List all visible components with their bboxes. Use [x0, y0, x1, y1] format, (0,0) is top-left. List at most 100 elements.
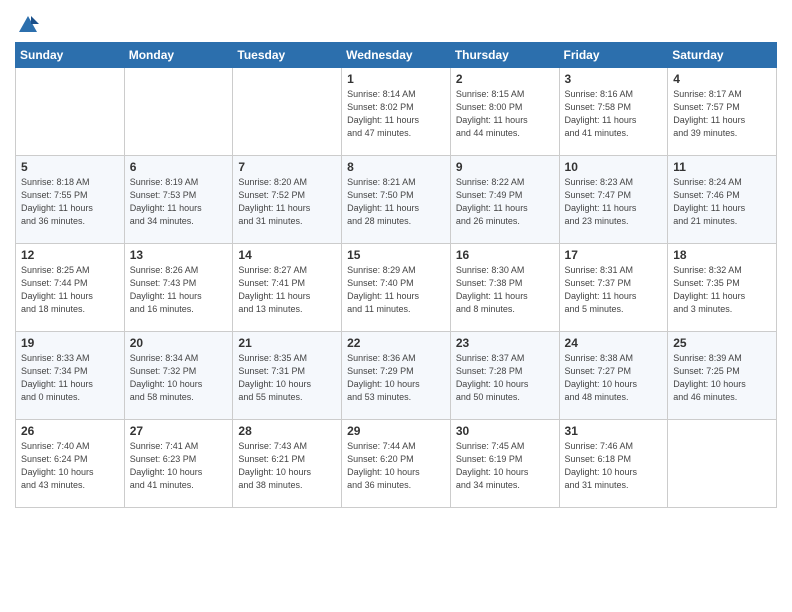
- calendar-cell: 16Sunrise: 8:30 AM Sunset: 7:38 PM Dayli…: [450, 244, 559, 332]
- calendar-cell: 31 Sunrise: 7:46 AM Sunset: 6:18 PM Dayli…: [559, 420, 668, 508]
- day-number: 29: [347, 424, 445, 438]
- day-number: 26: [21, 424, 119, 438]
- calendar-week-row: 1Sunrise: 8:14 AM Sunset: 8:02 PM Daylig…: [16, 68, 777, 156]
- day-number: 10: [565, 160, 663, 174]
- day-number: 27: [130, 424, 228, 438]
- calendar-cell: 19 Sunrise: 8:33 AM Sunset: 7:34 PM Dayli…: [16, 332, 125, 420]
- calendar-cell: 22Sunrise: 8:36 AM Sunset: 7:29 PM Dayli…: [342, 332, 451, 420]
- header-saturday: Saturday: [668, 43, 777, 68]
- day-info: Sunrise: 8:36 AM Sunset: 7:29 PM Dayligh…: [347, 352, 445, 404]
- calendar-cell: 18 Sunrise: 8:32 AM Sunset: 7:35 PM Dayli…: [668, 244, 777, 332]
- calendar-cell: 26 Sunrise: 7:40 AM Sunset: 6:24 PM Dayli…: [16, 420, 125, 508]
- calendar-cell: [124, 68, 233, 156]
- header-thursday: Thursday: [450, 43, 559, 68]
- calendar-cell: 15 Sunrise: 8:29 AM Sunset: 7:40 PM Dayli…: [342, 244, 451, 332]
- day-number: 20: [130, 336, 228, 350]
- day-number: 6: [130, 160, 228, 174]
- day-number: 19: [21, 336, 119, 350]
- day-number: 4: [673, 72, 771, 86]
- day-number: 28: [238, 424, 336, 438]
- calendar-cell: 14Sunrise: 8:27 AM Sunset: 7:41 PM Dayli…: [233, 244, 342, 332]
- calendar-cell: [668, 420, 777, 508]
- calendar-week-row: 12 Sunrise: 8:25 AM Sunset: 7:44 PM Dayli…: [16, 244, 777, 332]
- day-number: 15: [347, 248, 445, 262]
- calendar-cell: 4 Sunrise: 8:17 AM Sunset: 7:57 PM Daylig…: [668, 68, 777, 156]
- day-info: Sunrise: 7:40 AM Sunset: 6:24 PM Dayligh…: [21, 440, 119, 492]
- calendar-cell: 7Sunrise: 8:20 AM Sunset: 7:52 PM Daylig…: [233, 156, 342, 244]
- day-number: 25: [673, 336, 771, 350]
- day-number: 17: [565, 248, 663, 262]
- day-info: Sunrise: 8:16 AM Sunset: 7:58 PM Dayligh…: [565, 88, 663, 140]
- day-number: 18: [673, 248, 771, 262]
- day-info: Sunrise: 7:45 AM Sunset: 6:19 PM Dayligh…: [456, 440, 554, 492]
- calendar-cell: 24 Sunrise: 8:38 AM Sunset: 7:27 PM Dayli…: [559, 332, 668, 420]
- calendar-week-row: 19 Sunrise: 8:33 AM Sunset: 7:34 PM Dayli…: [16, 332, 777, 420]
- calendar-cell: 3Sunrise: 8:16 AM Sunset: 7:58 PM Daylig…: [559, 68, 668, 156]
- calendar-week-row: 5Sunrise: 8:18 AM Sunset: 7:55 PM Daylig…: [16, 156, 777, 244]
- day-number: 11: [673, 160, 771, 174]
- day-info: Sunrise: 8:33 AM Sunset: 7:34 PM Dayligh…: [21, 352, 119, 404]
- calendar-cell: 12 Sunrise: 8:25 AM Sunset: 7:44 PM Dayli…: [16, 244, 125, 332]
- calendar-cell: 5Sunrise: 8:18 AM Sunset: 7:55 PM Daylig…: [16, 156, 125, 244]
- day-info: Sunrise: 8:21 AM Sunset: 7:50 PM Dayligh…: [347, 176, 445, 228]
- calendar-cell: 28 Sunrise: 7:43 AM Sunset: 6:21 PM Dayli…: [233, 420, 342, 508]
- calendar-week-row: 26 Sunrise: 7:40 AM Sunset: 6:24 PM Dayli…: [16, 420, 777, 508]
- day-info: Sunrise: 8:26 AM Sunset: 7:43 PM Dayligh…: [130, 264, 228, 316]
- calendar-cell: 30 Sunrise: 7:45 AM Sunset: 6:19 PM Dayli…: [450, 420, 559, 508]
- day-number: 2: [456, 72, 554, 86]
- day-info: Sunrise: 8:19 AM Sunset: 7:53 PM Dayligh…: [130, 176, 228, 228]
- calendar-cell: 21 Sunrise: 8:35 AM Sunset: 7:31 PM Dayli…: [233, 332, 342, 420]
- header-friday: Friday: [559, 43, 668, 68]
- calendar-cell: 20 Sunrise: 8:34 AM Sunset: 7:32 PM Dayli…: [124, 332, 233, 420]
- day-number: 9: [456, 160, 554, 174]
- day-info: Sunrise: 8:18 AM Sunset: 7:55 PM Dayligh…: [21, 176, 119, 228]
- day-number: 14: [238, 248, 336, 262]
- day-info: Sunrise: 7:43 AM Sunset: 6:21 PM Dayligh…: [238, 440, 336, 492]
- day-number: 16: [456, 248, 554, 262]
- calendar-cell: 2 Sunrise: 8:15 AM Sunset: 8:00 PM Daylig…: [450, 68, 559, 156]
- calendar-cell: 9 Sunrise: 8:22 AM Sunset: 7:49 PM Daylig…: [450, 156, 559, 244]
- day-number: 24: [565, 336, 663, 350]
- calendar-cell: 29Sunrise: 7:44 AM Sunset: 6:20 PM Dayli…: [342, 420, 451, 508]
- calendar-cell: 6 Sunrise: 8:19 AM Sunset: 7:53 PM Daylig…: [124, 156, 233, 244]
- day-number: 31: [565, 424, 663, 438]
- day-info: Sunrise: 8:35 AM Sunset: 7:31 PM Dayligh…: [238, 352, 336, 404]
- page-container: SundayMondayTuesdayWednesdayThursdayFrid…: [0, 0, 792, 518]
- day-number: 23: [456, 336, 554, 350]
- day-number: 12: [21, 248, 119, 262]
- calendar-cell: 1Sunrise: 8:14 AM Sunset: 8:02 PM Daylig…: [342, 68, 451, 156]
- day-info: Sunrise: 8:24 AM Sunset: 7:46 PM Dayligh…: [673, 176, 771, 228]
- day-info: Sunrise: 8:15 AM Sunset: 8:00 PM Dayligh…: [456, 88, 554, 140]
- calendar-cell: 10 Sunrise: 8:23 AM Sunset: 7:47 PM Dayli…: [559, 156, 668, 244]
- day-info: Sunrise: 8:34 AM Sunset: 7:32 PM Dayligh…: [130, 352, 228, 404]
- header-tuesday: Tuesday: [233, 43, 342, 68]
- day-number: 30: [456, 424, 554, 438]
- header-wednesday: Wednesday: [342, 43, 451, 68]
- calendar-cell: [16, 68, 125, 156]
- day-info: Sunrise: 8:31 AM Sunset: 7:37 PM Dayligh…: [565, 264, 663, 316]
- calendar-cell: 17 Sunrise: 8:31 AM Sunset: 7:37 PM Dayli…: [559, 244, 668, 332]
- day-number: 1: [347, 72, 445, 86]
- day-info: Sunrise: 8:29 AM Sunset: 7:40 PM Dayligh…: [347, 264, 445, 316]
- day-info: Sunrise: 8:25 AM Sunset: 7:44 PM Dayligh…: [21, 264, 119, 316]
- calendar-cell: 25Sunrise: 8:39 AM Sunset: 7:25 PM Dayli…: [668, 332, 777, 420]
- day-number: 8: [347, 160, 445, 174]
- header-monday: Monday: [124, 43, 233, 68]
- logo-icon: [17, 14, 39, 36]
- calendar-cell: 23Sunrise: 8:37 AM Sunset: 7:28 PM Dayli…: [450, 332, 559, 420]
- day-info: Sunrise: 8:32 AM Sunset: 7:35 PM Dayligh…: [673, 264, 771, 316]
- day-info: Sunrise: 8:20 AM Sunset: 7:52 PM Dayligh…: [238, 176, 336, 228]
- calendar-cell: 27Sunrise: 7:41 AM Sunset: 6:23 PM Dayli…: [124, 420, 233, 508]
- logo: [15, 14, 39, 36]
- day-info: Sunrise: 8:23 AM Sunset: 7:47 PM Dayligh…: [565, 176, 663, 228]
- day-info: Sunrise: 7:46 AM Sunset: 6:18 PM Dayligh…: [565, 440, 663, 492]
- calendar-cell: [233, 68, 342, 156]
- calendar-header-row: SundayMondayTuesdayWednesdayThursdayFrid…: [16, 43, 777, 68]
- day-info: Sunrise: 8:38 AM Sunset: 7:27 PM Dayligh…: [565, 352, 663, 404]
- day-info: Sunrise: 8:17 AM Sunset: 7:57 PM Dayligh…: [673, 88, 771, 140]
- day-info: Sunrise: 8:22 AM Sunset: 7:49 PM Dayligh…: [456, 176, 554, 228]
- calendar-cell: 13 Sunrise: 8:26 AM Sunset: 7:43 PM Dayli…: [124, 244, 233, 332]
- day-number: 21: [238, 336, 336, 350]
- calendar-cell: 11 Sunrise: 8:24 AM Sunset: 7:46 PM Dayli…: [668, 156, 777, 244]
- day-number: 13: [130, 248, 228, 262]
